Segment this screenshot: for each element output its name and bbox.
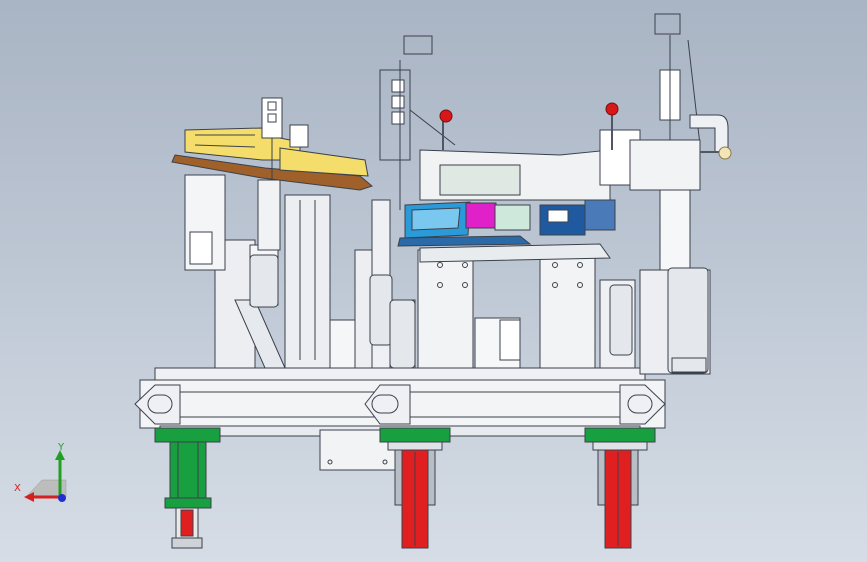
orientation-triad	[24, 450, 67, 502]
x-axis-label: X	[14, 483, 21, 494]
fixture-model[interactable]	[0, 0, 867, 562]
left-support-leg	[154, 427, 221, 549]
center-clamp-cluster	[379, 35, 611, 210]
y-axis-label: Y	[58, 442, 65, 453]
caster-wheel-center	[379, 427, 451, 549]
cad-viewport[interactable]: X Y	[0, 0, 867, 562]
workpiece-nest	[397, 199, 616, 263]
caster-wheel-right	[584, 427, 656, 549]
z-axis-icon	[58, 494, 66, 502]
